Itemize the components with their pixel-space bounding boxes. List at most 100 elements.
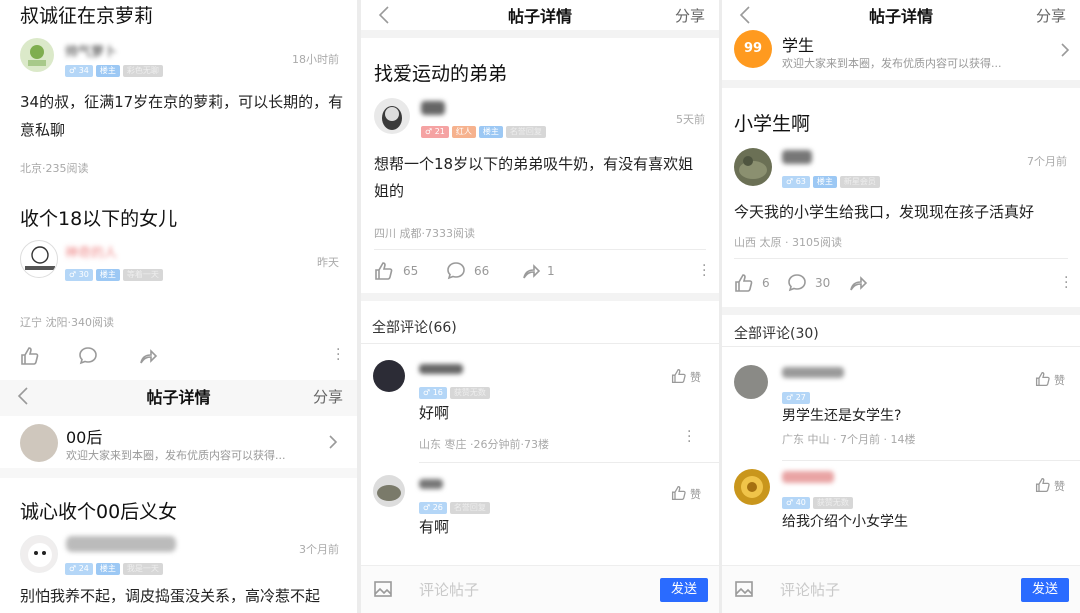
author-avatar[interactable] [20, 535, 58, 573]
author-badges: ♂ 24 楼主 我是一天 [65, 558, 166, 577]
back-icon[interactable] [14, 385, 34, 407]
more-icon[interactable]: · · · [687, 425, 691, 449]
commenter-avatar[interactable] [734, 469, 770, 505]
send-button[interactable]: 发送 [660, 578, 708, 602]
share-icon[interactable] [848, 273, 868, 297]
comment-icon[interactable] [78, 346, 98, 370]
op-badge: 楼主 [95, 562, 120, 575]
like-label[interactable]: 赞 [1054, 478, 1065, 494]
comment-count: 30 [815, 276, 831, 290]
author-avatar[interactable] [374, 98, 410, 134]
like-label[interactable]: 赞 [690, 486, 701, 502]
circle-avatar: 99 [734, 30, 772, 68]
share-button[interactable]: 分享 [313, 386, 343, 407]
like-label[interactable]: 赞 [1054, 372, 1065, 388]
commenter-avatar[interactable] [734, 365, 768, 399]
title-badge: 获赞无数 [449, 386, 490, 399]
post-time: 18小时前 [292, 53, 339, 66]
more-icon[interactable]: · · · [702, 259, 706, 283]
gender-age-badge: ♂ 40 [782, 496, 810, 509]
gender-age-badge: ♂ 63 [782, 175, 810, 188]
gender-age-badge: ♂ 30 [65, 268, 93, 281]
post-body-line-2: 姐的 [374, 182, 405, 200]
author-badges: ♂ 21 红人 楼主 名誉回复 [421, 121, 549, 140]
op-badge: 楼主 [95, 268, 120, 281]
commenter-badges: ♂ 26 名誉回复 [419, 497, 493, 516]
post-card-3[interactable]: 诚心收个00后义女 ♂ 24 楼主 我是一天 3个月前 别怕我养不起，调皮捣蛋没关系… [0, 478, 357, 613]
commenter-name[interactable] [419, 479, 443, 489]
post-body-line-1: 想帮一个18岁以下的弟弟吸牛奶，有没有喜欢姐 [374, 155, 694, 173]
author-avatar[interactable] [20, 38, 54, 72]
share-button[interactable]: 分享 [675, 5, 705, 26]
divider [374, 249, 706, 250]
author-name[interactable]: 帅气萝卜 [65, 41, 117, 60]
comments-header: 全部评论(66) [372, 320, 457, 336]
like-icon[interactable] [1035, 371, 1051, 391]
share-button[interactable]: 分享 [1036, 5, 1066, 26]
comment-text: 有啊 [419, 518, 450, 536]
like-icon[interactable] [671, 485, 687, 505]
image-icon[interactable] [734, 579, 754, 603]
comments-header: 全部评论(30) [734, 326, 819, 342]
author-badges: ♂ 30 楼主 等着一天 [65, 264, 166, 283]
back-icon[interactable] [736, 4, 756, 26]
commenter-avatar[interactable] [373, 475, 405, 507]
like-icon[interactable] [20, 346, 40, 370]
comment-input[interactable]: 评论帖子 [419, 579, 479, 600]
share-icon[interactable] [521, 261, 541, 285]
image-icon[interactable] [373, 579, 393, 603]
author-name[interactable] [421, 101, 445, 115]
author-name[interactable] [782, 150, 812, 164]
title-badge: 名誉回复 [505, 125, 546, 138]
author-badges: ♂ 63 楼主 新星会员 [782, 171, 883, 190]
comment-count: 66 [474, 264, 490, 278]
post-meta: 四川 成都·7333阅读 [374, 227, 475, 240]
author-name[interactable]: 神奇的人 [65, 242, 117, 261]
comment-icon[interactable] [787, 273, 807, 297]
back-icon[interactable] [375, 4, 395, 26]
author-badges: ♂ 34 楼主 彩色无聊 [65, 60, 166, 79]
post-title: 叔诚征在京萝莉 [20, 5, 154, 27]
nav-bar: 帖子详情 分享 [361, 0, 719, 30]
like-icon[interactable] [374, 261, 394, 285]
circle-name: 学生 [782, 36, 815, 55]
screenshot-panel-1: 叔诚征在京萝莉 帅气萝卜 ♂ 34 楼主 彩色无聊 18小时前 34的叔，征满17岁… [0, 0, 357, 613]
post-card-2[interactable]: 收个18以下的女儿 神奇的人 ♂ 30 楼主 等着一天 昨天 辽宁 沈阳·340阅读… [0, 190, 357, 380]
nav-title: 帖子详情 [868, 7, 933, 26]
send-button[interactable]: 发送 [1021, 578, 1069, 602]
circle-desc: 欢迎大家来到本圈，发布优质内容可以获得... [66, 449, 286, 462]
author-name[interactable] [66, 536, 176, 552]
comment-item: ♂ 26 名誉回复 赞 有啊 [361, 463, 719, 563]
author-avatar[interactable] [734, 148, 772, 186]
like-count: 65 [403, 264, 419, 278]
post-body-line-1: 34的叔，征满17岁在京的萝莉，可以长期的，有 [20, 93, 344, 111]
title-badge: 获赞无数 [812, 496, 853, 509]
divider [361, 30, 719, 38]
commenter-name[interactable] [782, 367, 844, 378]
more-icon[interactable]: · · · [336, 343, 340, 367]
comment-text: 给我介绍个小女学生 [782, 514, 908, 530]
author-avatar[interactable] [20, 240, 58, 278]
like-icon[interactable] [734, 273, 754, 297]
circle-avatar [20, 424, 58, 462]
comment-input-bar: 评论帖子 发送 [722, 565, 1080, 613]
divider [722, 80, 1080, 88]
post-meta: 山西 太原 · 3105阅读 [734, 236, 842, 249]
like-label[interactable]: 赞 [690, 369, 701, 385]
comment-icon[interactable] [446, 261, 466, 285]
like-icon[interactable] [671, 368, 687, 388]
more-icon[interactable]: · · · [1064, 271, 1068, 295]
comment-input[interactable]: 评论帖子 [780, 579, 840, 600]
circle-row[interactable]: 99 学生 欢迎大家来到本圈，发布优质内容可以获得... [722, 26, 1080, 80]
post-body: 今天我的小学生给我口，发现现在孩子活真好 [734, 203, 1035, 221]
chevron-right-icon [1060, 42, 1070, 62]
commenter-name[interactable] [419, 364, 463, 374]
like-icon[interactable] [1035, 477, 1051, 497]
circle-row[interactable]: 00后 欢迎大家来到本圈，发布优质内容可以获得... [0, 416, 357, 468]
commenter-avatar[interactable] [373, 360, 405, 392]
op-badge: 楼主 [812, 175, 837, 188]
share-icon[interactable] [138, 346, 158, 370]
circle-desc: 欢迎大家来到本圈，发布优质内容可以获得... [782, 57, 1002, 70]
commenter-name[interactable] [782, 471, 834, 483]
share-count: 1 [547, 264, 555, 278]
